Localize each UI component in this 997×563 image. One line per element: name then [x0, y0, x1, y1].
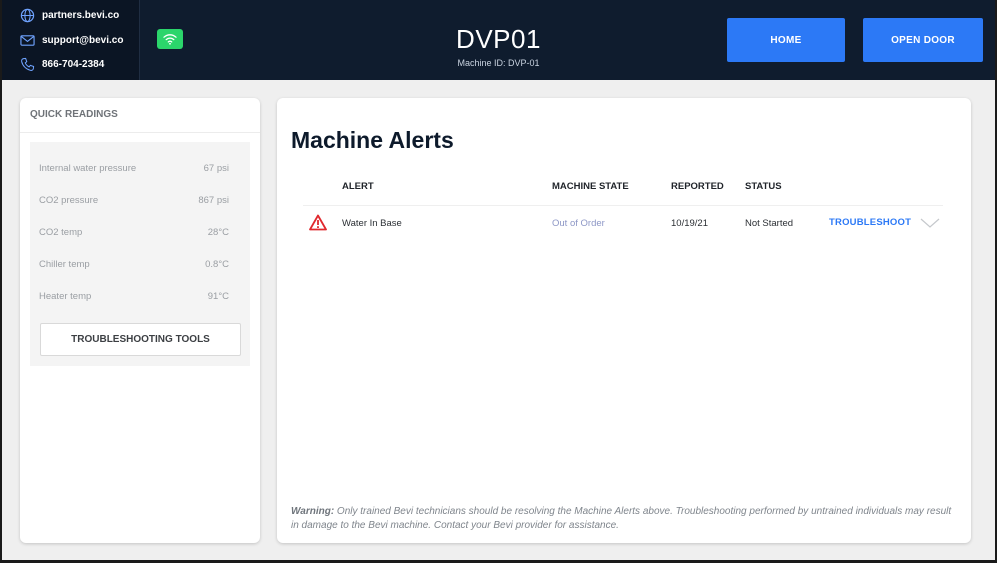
reading-value: 28°C — [207, 227, 229, 238]
machine-alerts-panel: Machine Alerts ALERT MACHINE STATE REPOR… — [277, 98, 971, 543]
column-header-status: STATUS — [745, 181, 782, 192]
website-link[interactable]: partners.bevi.co — [20, 8, 119, 23]
reported-date: 10/19/21 — [671, 218, 708, 229]
warning-body: Only trained Bevi technicians should be … — [291, 506, 952, 531]
alert-status: Not Started — [745, 218, 794, 229]
troubleshooting-tools-button[interactable]: TROUBLESHOOTING TOOLS — [40, 323, 241, 356]
troubleshoot-link[interactable]: TROUBLESHOOT — [829, 217, 911, 228]
reading-internal-water-pressure: Internal water pressure 67 psi — [39, 163, 229, 174]
website-text: partners.bevi.co — [42, 10, 120, 21]
reading-heater-temp: Heater temp 91°C — [39, 291, 229, 302]
open-door-button[interactable]: OPEN DOOR — [863, 18, 983, 62]
app-frame: partners.bevi.co support@bevi.co 866-704… — [2, 0, 995, 560]
globe-icon — [20, 8, 35, 23]
quick-readings-panel: QUICK READINGS Internal water pressure 6… — [20, 98, 260, 543]
reading-label: Heater temp — [39, 291, 92, 302]
column-header-machine-state: MACHINE STATE — [552, 181, 629, 192]
warning-icon — [309, 214, 327, 231]
row-divider — [303, 205, 943, 206]
divider — [20, 132, 260, 133]
reading-value: 867 psi — [198, 195, 229, 206]
alerts-title: Machine Alerts — [291, 127, 454, 153]
quick-readings-title: QUICK READINGS — [30, 109, 118, 120]
alert-name: Water In Base — [342, 218, 402, 229]
home-button[interactable]: HOME — [727, 18, 845, 62]
machine-id: Machine ID: DVP-01 — [457, 58, 540, 68]
column-header-reported: REPORTED — [671, 181, 724, 192]
machine-state: Out of Order — [552, 218, 605, 229]
reading-label: Internal water pressure — [39, 163, 137, 174]
header: partners.bevi.co support@bevi.co 866-704… — [2, 0, 995, 80]
column-header-alert: ALERT — [342, 181, 374, 192]
warning-note: Warning: Only trained Bevi technicians s… — [291, 505, 961, 533]
warning-label: Warning: — [291, 506, 335, 517]
reading-co2-pressure: CO2 pressure 867 psi — [39, 195, 229, 206]
machine-title: DVP01 — [456, 24, 541, 54]
reading-label: CO2 temp — [39, 227, 83, 238]
reading-label: CO2 pressure — [39, 195, 99, 206]
readings-list: Internal water pressure 67 psi CO2 press… — [30, 142, 250, 366]
reading-label: Chiller temp — [39, 259, 90, 270]
reading-value: 67 psi — [203, 163, 229, 174]
reading-value: 0.8°C — [205, 259, 229, 270]
reading-co2-temp: CO2 temp 28°C — [39, 227, 229, 238]
reading-value: 91°C — [207, 291, 229, 302]
chevron-down-icon[interactable] — [920, 217, 940, 229]
reading-chiller-temp: Chiller temp 0.8°C — [39, 259, 229, 270]
